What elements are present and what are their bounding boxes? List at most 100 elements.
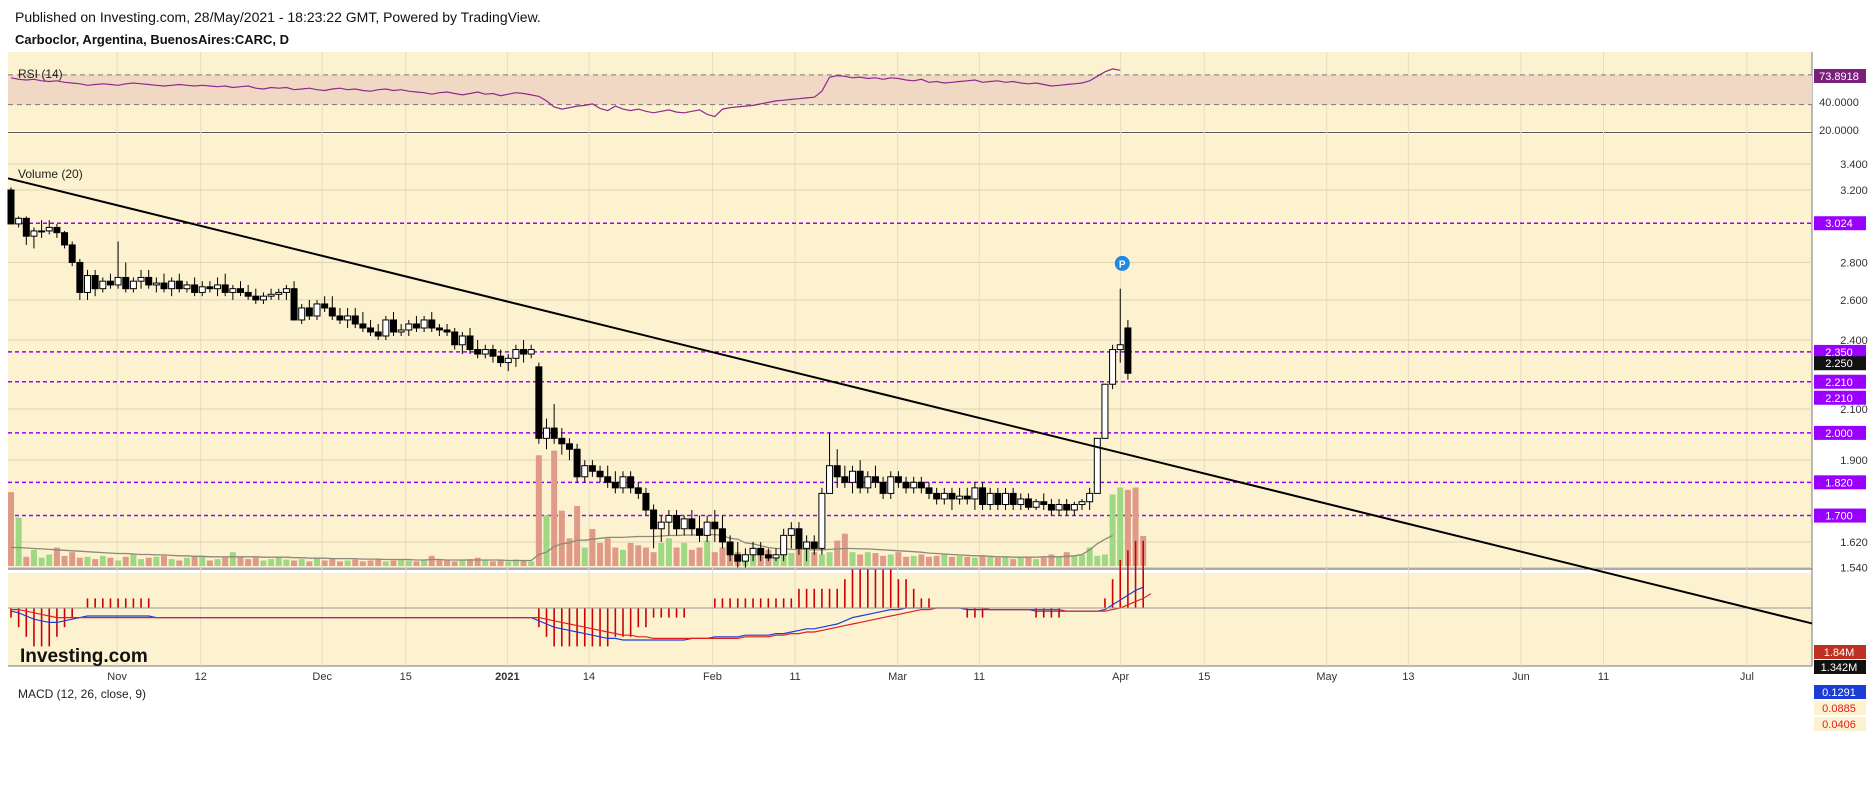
candle-down <box>696 528 703 536</box>
volume-bar <box>421 560 428 566</box>
candle-up <box>971 487 979 500</box>
candle[interactable] <box>382 315 390 340</box>
volume-bar <box>214 559 221 566</box>
candle-up <box>45 226 53 232</box>
x-tick-label: 13 <box>1402 671 1414 683</box>
candle[interactable] <box>68 241 76 267</box>
volume-bar <box>352 559 359 566</box>
candle-down <box>902 481 910 489</box>
volume-bar <box>92 559 99 566</box>
level-price-label: 1.820 <box>1825 477 1853 489</box>
macd-axis-label: 0.1291 <box>1822 687 1856 699</box>
candle-down <box>833 465 841 478</box>
candle-up <box>267 293 275 297</box>
x-tick-label: Mar <box>888 671 907 683</box>
volume-bar <box>130 554 137 566</box>
candle-up <box>259 295 267 301</box>
candle-down <box>673 515 681 530</box>
level-price-label: 1.700 <box>1825 511 1853 523</box>
volume-bar <box>918 554 925 566</box>
volume-bar <box>76 557 83 566</box>
volume-bar <box>673 547 680 566</box>
candle[interactable] <box>573 443 581 483</box>
candle-down <box>948 492 956 500</box>
volume-bar <box>834 540 841 566</box>
volume-bar <box>229 552 236 566</box>
volume-bar <box>84 556 91 566</box>
x-tick-label: Jun <box>1512 671 1530 683</box>
candle-up <box>512 349 520 359</box>
candle-down <box>91 275 99 290</box>
candle-up <box>527 349 535 355</box>
candle[interactable] <box>1124 319 1132 380</box>
level-price-label: 2.210 <box>1825 393 1853 405</box>
candle-down <box>443 329 451 333</box>
volume-bar <box>910 555 917 566</box>
candle-down <box>979 487 987 505</box>
candle[interactable] <box>7 187 15 225</box>
volume-bar <box>880 555 887 566</box>
candle-down <box>175 280 183 290</box>
volume-bar <box>818 554 825 566</box>
volume-bar <box>291 560 298 566</box>
candle-down <box>726 541 734 556</box>
candle-down <box>856 470 864 489</box>
candle-down <box>290 288 298 321</box>
candle-down <box>53 226 61 234</box>
level-price-label: 2.000 <box>1825 428 1853 440</box>
candle-down <box>627 476 635 489</box>
candle[interactable] <box>535 362 543 444</box>
x-tick-label: 11 <box>789 671 800 683</box>
candle-up <box>183 284 191 290</box>
volume-bar <box>145 557 152 566</box>
candle[interactable] <box>818 487 826 555</box>
candle-up <box>772 554 780 559</box>
x-tick-label: 14 <box>583 671 595 683</box>
volume-bar <box>857 554 864 566</box>
candle-down <box>1009 492 1017 505</box>
last-price-label: 2.250 <box>1825 358 1853 370</box>
price-tick-label: 3.400 <box>1840 159 1868 171</box>
candle[interactable] <box>1101 383 1109 439</box>
candle-up <box>344 315 352 321</box>
candle-down <box>550 427 558 439</box>
volume-bar <box>581 547 588 566</box>
volume-bar <box>1017 557 1024 566</box>
volume-bar <box>30 549 37 566</box>
candle-up <box>749 547 757 556</box>
volume-bar <box>620 549 626 566</box>
candle-up <box>864 476 872 489</box>
candle-down <box>764 554 772 559</box>
volume-bar <box>528 561 535 566</box>
candle-up <box>229 288 237 293</box>
candle-down <box>688 518 696 530</box>
candle-up <box>168 280 176 290</box>
candle-up <box>15 217 23 225</box>
volume-bar <box>658 542 665 566</box>
x-tick-label: 15 <box>400 671 412 683</box>
candle[interactable] <box>1109 344 1117 390</box>
volume-bar <box>933 555 940 566</box>
volume-bar <box>451 561 458 566</box>
candle-down <box>1040 501 1048 505</box>
volume-bar <box>841 533 848 566</box>
volume-bar <box>1101 554 1108 566</box>
candle-up <box>657 521 665 530</box>
candle-up <box>114 276 122 286</box>
volume-bar <box>245 559 252 566</box>
volume-bar <box>138 559 145 566</box>
price-chart[interactable]: P Nov 12 Dec 15 2021 14 Feb 11 Mar 11 Apr 15 May 13 Ju… <box>0 0 1870 787</box>
candle-down <box>191 284 199 293</box>
volume-bar <box>336 561 343 566</box>
rsi-pane-title: RSI (14) <box>18 67 63 81</box>
macd-pane-title: MACD (12, 26, close, 9) <box>18 687 146 701</box>
candle-down <box>596 470 604 478</box>
price-tick-label: 2.100 <box>1840 404 1868 416</box>
volume-bar <box>979 555 986 566</box>
x-tick-label: May <box>1316 671 1337 683</box>
level-price-label: 2.210 <box>1825 377 1853 389</box>
volume-bar <box>711 552 718 566</box>
candle-up <box>152 282 160 286</box>
candle-down <box>466 335 474 351</box>
candle-up <box>30 230 38 237</box>
